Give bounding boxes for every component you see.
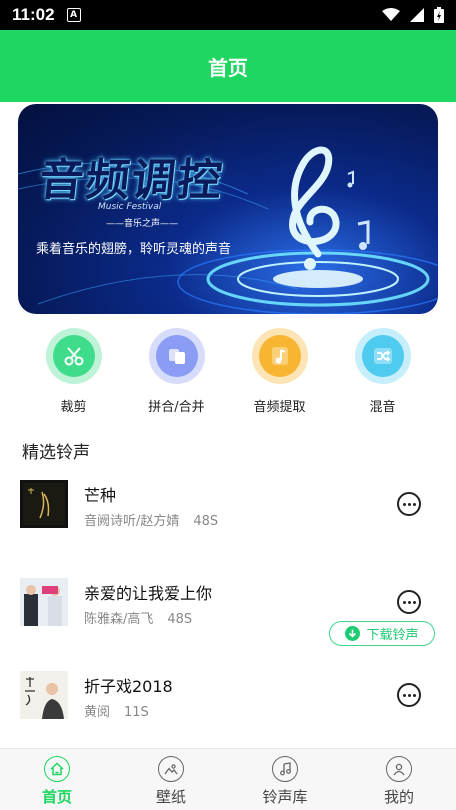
song-duration: 48S bbox=[167, 612, 193, 627]
song-title: 亲爱的让我爱上你 bbox=[84, 584, 213, 603]
song-artist: 黄阅 bbox=[84, 705, 111, 720]
feature-circle bbox=[354, 328, 411, 384]
song-artist: 音阙诗听/赵方婧 bbox=[84, 514, 180, 529]
song-meta: 陈雅森/高飞 48S bbox=[84, 608, 192, 627]
tab-wallpaper[interactable]: 壁纸 bbox=[114, 749, 228, 810]
more-options-icon[interactable] bbox=[397, 683, 421, 707]
shuffle-icon bbox=[361, 335, 404, 377]
song-duration: 11S bbox=[124, 705, 149, 720]
tab-label: 壁纸 bbox=[155, 788, 186, 806]
tab-profile[interactable]: 我的 bbox=[342, 749, 456, 810]
feature-label: 拼合/合并 bbox=[148, 400, 205, 415]
song-title: 折子戏2018 bbox=[84, 677, 173, 696]
feature-grid: 裁剪 拼合/合并 音频提取 混音 bbox=[0, 328, 456, 420]
wifi-icon bbox=[382, 8, 400, 21]
more-options-icon[interactable] bbox=[397, 590, 421, 614]
album-cover bbox=[20, 578, 68, 626]
more-options-icon[interactable] bbox=[397, 492, 421, 516]
banner-subtitle-small: ——音乐之声—— bbox=[106, 219, 179, 229]
feature-mix[interactable]: 混音 bbox=[331, 328, 434, 420]
song-meta: 黄阅 11S bbox=[84, 701, 149, 720]
feature-cut[interactable]: 裁剪 bbox=[22, 328, 125, 420]
download-icon bbox=[345, 626, 361, 641]
album-cover bbox=[20, 480, 68, 528]
download-label: 下载铃声 bbox=[366, 628, 419, 643]
page-title: 首页 bbox=[208, 55, 248, 80]
battery-icon bbox=[434, 7, 444, 23]
signal-icon bbox=[410, 8, 424, 22]
home-icon bbox=[44, 756, 70, 782]
section-title: 精选铃声 bbox=[22, 443, 90, 463]
status-icons bbox=[382, 7, 444, 23]
song-title: 芒种 bbox=[84, 486, 117, 505]
album-cover bbox=[20, 671, 68, 719]
feature-label: 混音 bbox=[369, 400, 396, 415]
banner-music-text: Music Festival bbox=[98, 202, 162, 212]
promo-banner[interactable]: 音频调控 Music Festival ——音乐之声—— 乘着音乐的翅膀，聆听灵… bbox=[18, 104, 438, 314]
song-duration: 48S bbox=[193, 514, 219, 529]
tab-label: 首页 bbox=[41, 788, 72, 806]
song-artist: 陈雅森/高飞 bbox=[84, 612, 154, 627]
banner-artwork bbox=[18, 146, 438, 314]
feature-circle bbox=[148, 328, 205, 384]
user-icon bbox=[386, 756, 412, 782]
feature-merge[interactable]: 拼合/合并 bbox=[125, 328, 228, 420]
status-bar: 11:02 A bbox=[0, 0, 456, 30]
feature-circle bbox=[45, 328, 102, 384]
tab-ringtone-library[interactable]: 铃声库 bbox=[228, 749, 342, 810]
tab-home[interactable]: 首页 bbox=[0, 749, 114, 810]
feature-label: 音频提取 bbox=[253, 400, 306, 415]
download-ringtone-button[interactable]: 下载铃声 bbox=[329, 621, 435, 646]
merge-icon bbox=[155, 335, 198, 377]
feature-extract[interactable]: 音频提取 bbox=[228, 328, 331, 420]
accessibility-icon: A bbox=[66, 8, 81, 22]
list-item[interactable]: 折子戏2018 黄阅 11S bbox=[0, 665, 456, 735]
tab-label: 铃声库 bbox=[262, 788, 308, 806]
feature-circle bbox=[251, 328, 308, 384]
song-meta: 音阙诗听/赵方婧 48S bbox=[84, 510, 218, 529]
image-icon bbox=[158, 756, 184, 782]
feature-label: 裁剪 bbox=[60, 400, 87, 415]
scissors-icon bbox=[52, 335, 95, 377]
list-item[interactable]: 芒种 音阙诗听/赵方婧 48S bbox=[0, 474, 456, 544]
app-header: 首页 bbox=[0, 30, 456, 102]
status-time: 11:02 bbox=[12, 5, 55, 24]
banner-title: 音频调控 bbox=[36, 155, 227, 206]
tab-label: 我的 bbox=[383, 788, 414, 806]
music-note-icon bbox=[258, 335, 301, 377]
bottom-tab-bar: 首页 壁纸 铃声库 我的 bbox=[0, 748, 456, 810]
music-note-icon bbox=[272, 756, 298, 782]
banner-subtitle: 乘着音乐的翅膀，聆听灵魂的声音 bbox=[36, 242, 232, 257]
